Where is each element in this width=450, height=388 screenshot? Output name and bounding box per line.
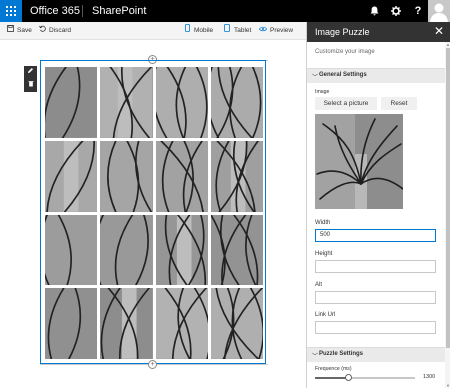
mobile-button[interactable]: Mobile — [183, 22, 213, 40]
alt-label: Alt — [315, 282, 323, 288]
puzzle-tile[interactable] — [45, 140, 98, 212]
puzzle-tile[interactable] — [210, 288, 263, 359]
app-launcher-icon[interactable] — [0, 0, 22, 22]
scroll-up-icon[interactable]: ▲ — [445, 42, 450, 47]
puzzle-tile[interactable] — [210, 214, 263, 286]
tablet-label: Tablet — [234, 27, 252, 34]
puzzle-tile[interactable] — [100, 214, 153, 286]
image-puzzle-webpart[interactable] — [40, 60, 266, 364]
property-pane: Image Puzzle ✕ Customize your image ﹀ Ge… — [306, 22, 450, 388]
image-label: Image — [315, 89, 330, 95]
preview-label: Preview — [270, 27, 294, 34]
gear-icon[interactable] — [386, 0, 406, 22]
frequence-value: 1300 — [423, 374, 436, 380]
alt-field[interactable] — [315, 291, 436, 304]
general-settings-label: General Settings — [319, 72, 367, 78]
mobile-icon — [183, 22, 191, 40]
chevron-down-icon: ﹀ — [312, 354, 319, 360]
width-field[interactable]: 500 — [315, 229, 436, 242]
width-label: Width — [315, 220, 331, 226]
puzzle-settings-label: Puzzle Settings — [319, 351, 364, 357]
eye-icon — [258, 22, 268, 40]
puzzle-tile[interactable] — [210, 140, 263, 212]
edit-webpart-icon[interactable] — [24, 66, 37, 79]
webpart-toolbar — [24, 66, 37, 92]
sharepoint-link[interactable]: SharePoint — [92, 4, 146, 18]
puzzle-tile[interactable] — [45, 67, 98, 138]
height-field[interactable] — [315, 260, 436, 273]
general-settings-header[interactable]: ﹀ General Settings — [307, 68, 450, 83]
undo-icon — [38, 22, 46, 40]
puzzle-tile[interactable] — [210, 67, 263, 138]
frequence-label: Frequence (ms) — [315, 366, 352, 372]
scrollbar-thumb[interactable] — [446, 48, 450, 348]
puzzle-tile[interactable] — [155, 214, 208, 286]
discard-button[interactable]: Discard — [38, 22, 71, 40]
bell-icon[interactable] — [364, 0, 384, 22]
suite-divider — [82, 5, 83, 17]
suite-bar: Office 365 SharePoint ? — [0, 0, 450, 22]
mobile-label: Mobile — [194, 27, 214, 34]
office-brand-link[interactable]: Office 365 — [30, 4, 80, 18]
scroll-down-icon[interactable]: ▼ — [445, 383, 450, 388]
pane-scrollbar[interactable]: ▲ ▼ — [445, 42, 450, 388]
help-icon[interactable]: ? — [408, 0, 428, 22]
save-icon — [6, 22, 14, 40]
chevron-down-icon: ﹀ — [312, 75, 319, 81]
puzzle-tile[interactable] — [155, 140, 208, 212]
command-bar: Save Discard Mobile Tablet Preview — [0, 22, 306, 40]
puzzle-tile[interactable] — [45, 214, 98, 286]
puzzle-settings-header[interactable]: ﹀ Puzzle Settings — [307, 347, 450, 362]
pane-description: Customize your image — [315, 49, 375, 55]
puzzle-tile[interactable] — [100, 67, 153, 138]
select-picture-button[interactable]: Select a picture — [315, 97, 377, 110]
height-label: Height — [315, 251, 333, 257]
puzzle-tile[interactable] — [100, 140, 153, 212]
reset-button[interactable]: Reset — [381, 97, 417, 110]
page-canvas: + + — [0, 40, 306, 388]
link-url-field[interactable] — [315, 321, 436, 334]
add-section-bottom-icon[interactable]: + — [148, 360, 157, 369]
tablet-icon — [223, 22, 231, 40]
close-icon[interactable]: ✕ — [432, 24, 446, 38]
puzzle-tile[interactable] — [45, 288, 98, 359]
puzzle-grid — [45, 67, 263, 359]
avatar[interactable] — [428, 0, 450, 22]
save-label: Save — [17, 27, 32, 34]
slider-fill — [315, 377, 348, 379]
tablet-button[interactable]: Tablet — [223, 22, 251, 40]
image-preview — [315, 114, 403, 209]
link-url-label: Link Url — [315, 312, 336, 318]
puzzle-tile[interactable] — [100, 288, 153, 359]
property-pane-header: Image Puzzle ✕ — [307, 22, 450, 42]
pane-title: Image Puzzle — [315, 27, 370, 37]
frequence-slider[interactable] — [315, 374, 415, 381]
slider-thumb[interactable] — [345, 374, 352, 381]
delete-webpart-icon[interactable] — [24, 79, 37, 92]
save-button[interactable]: Save — [6, 22, 32, 40]
puzzle-tile[interactable] — [155, 288, 208, 359]
discard-label: Discard — [49, 27, 72, 34]
puzzle-tile[interactable] — [155, 67, 208, 138]
preview-button[interactable]: Preview — [258, 22, 294, 40]
